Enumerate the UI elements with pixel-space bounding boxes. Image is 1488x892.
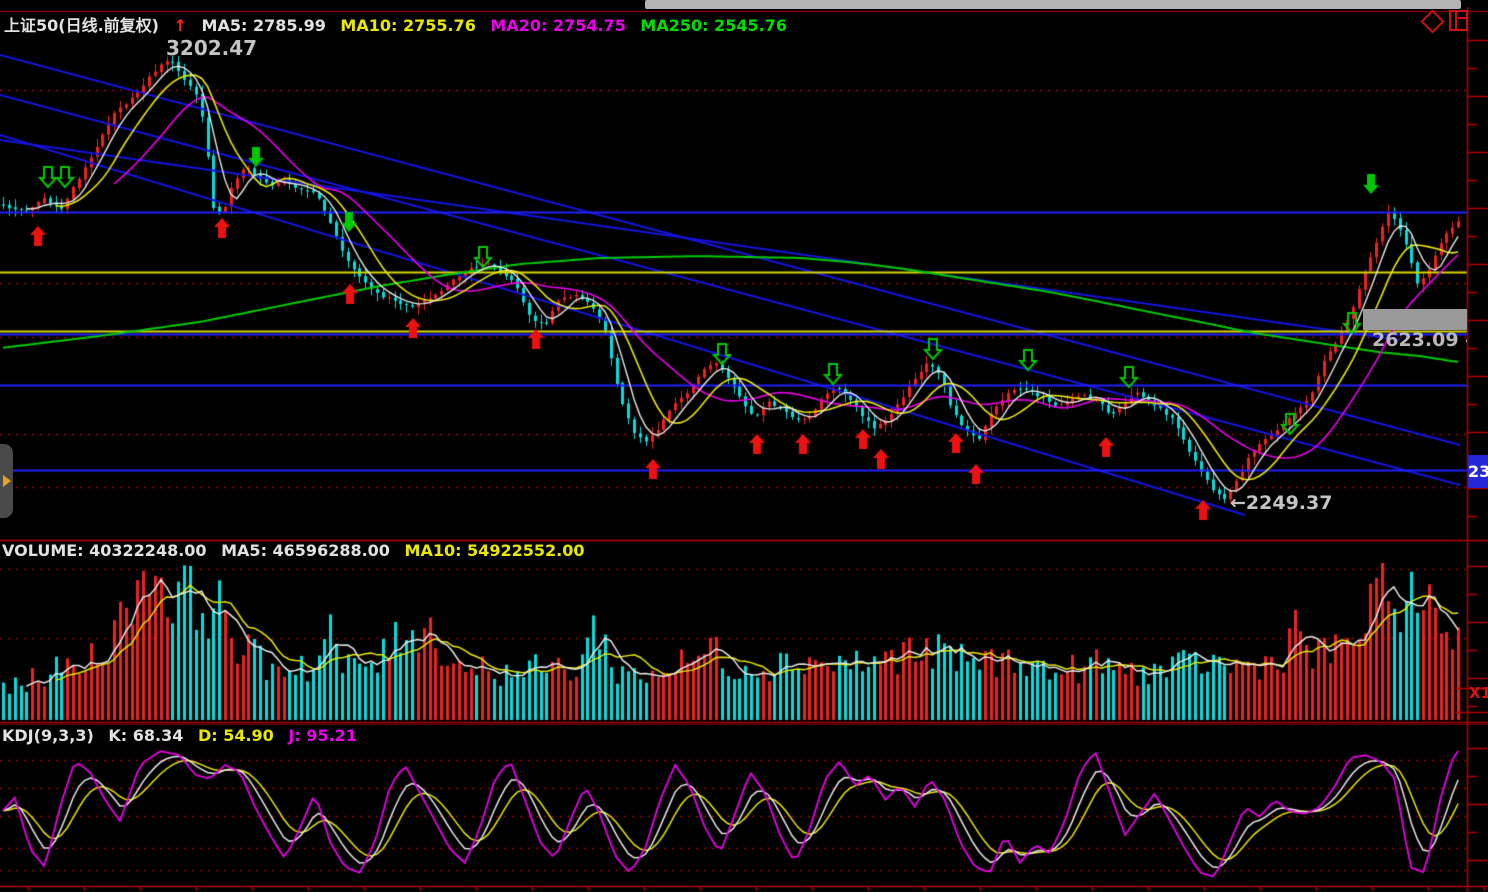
volume-value: VOLUME: 40322248.00	[2, 541, 207, 560]
window-layout-icon[interactable]	[1449, 10, 1468, 31]
axis-price-badge: 23	[1468, 455, 1488, 488]
ma20-value: MA20: 2754.75	[490, 16, 625, 35]
price-range-label: 2623.09 - 26	[1372, 329, 1467, 351]
expand-right-icon	[3, 475, 11, 487]
kdj-title: KDJ(9,3,3)	[2, 726, 94, 745]
up-arrow-icon: ↑	[174, 16, 187, 35]
volume-ma10-value: MA10: 54922552.00	[405, 541, 585, 560]
symbol-title: 上证50(日线.前复权)	[4, 16, 159, 35]
low-price-label: ←2249.37	[1230, 492, 1332, 514]
layout-icon-bar	[1458, 17, 1466, 19]
ma250-value: MA250: 2545.76	[640, 16, 787, 35]
ma10-value: MA10: 2755.76	[340, 16, 475, 35]
chart-canvas[interactable]	[0, 0, 1488, 892]
layout-icon-divider	[1455, 12, 1457, 29]
volume-ma5-value: MA5: 46596288.00	[221, 541, 390, 560]
info-tooltip-box[interactable]	[1363, 309, 1467, 330]
kdj-j-value: J: 95.21	[288, 726, 357, 745]
volume-header: VOLUME: 40322248.00 MA5: 46596288.00 MA1…	[2, 541, 593, 560]
left-panel-handle[interactable]	[0, 444, 13, 518]
ma5-value: MA5: 2785.99	[202, 16, 326, 35]
kdj-k-value: K: 68.34	[108, 726, 183, 745]
kdj-header: KDJ(9,3,3) K: 68.34 D: 54.90 J: 95.21	[2, 726, 366, 745]
x1-axis-label[interactable]: X1	[1469, 684, 1488, 702]
kdj-d-value: D: 54.90	[198, 726, 274, 745]
high-price-label: 3202.47	[166, 36, 257, 60]
main-chart-header: 上证50(日线.前复权) ↑ MA5: 2785.99 MA10: 2755.7…	[4, 12, 796, 36]
stock-chart-app: { "header": { "title": "上证50(日线.前复权)", "…	[0, 0, 1488, 892]
top-scrollbar-thumb[interactable]	[645, 0, 1461, 9]
